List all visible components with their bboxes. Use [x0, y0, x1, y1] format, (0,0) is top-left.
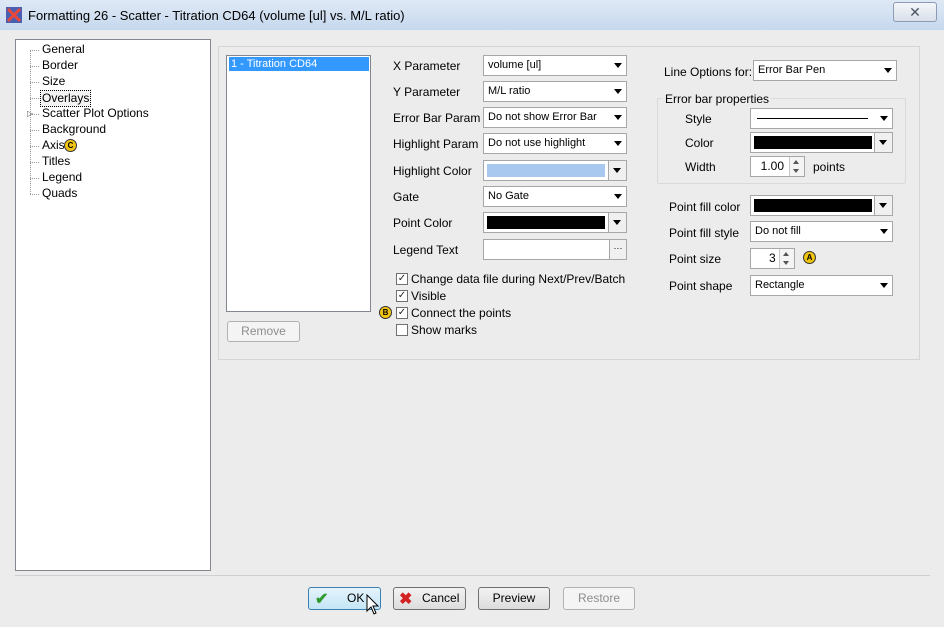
error-bar-param-label: Error Bar Param — [393, 111, 481, 125]
show-marks-label: Show marks — [411, 323, 478, 337]
width-label: Width — [685, 160, 716, 174]
tree-item-overlays[interactable]: Overlays — [40, 90, 92, 107]
change-data-file-label: Change data file during Next/Prev/Batch — [411, 272, 626, 286]
highlight-color-swatch — [487, 164, 605, 177]
legend-text-input[interactable]: ··· — [483, 239, 627, 260]
x-parameter-select[interactable]: volume [ul] — [483, 55, 627, 76]
point-color-swatch — [487, 216, 605, 229]
point-shape-select[interactable]: Rectangle — [750, 275, 893, 296]
highlight-color-label: Highlight Color — [393, 164, 472, 178]
tree-item-titles[interactable]: Titles — [42, 154, 70, 169]
point-size-label: Point size — [669, 252, 722, 266]
x-icon: ✖ — [399, 591, 413, 608]
spinner-arrows-icon[interactable] — [779, 249, 794, 268]
change-data-file-checkbox[interactable]: ✓ — [396, 273, 408, 285]
highlight-param-label: Highlight Param — [393, 137, 479, 151]
chevron-down-icon — [884, 68, 892, 73]
point-fill-color-label: Point fill color — [669, 200, 741, 214]
window-title: Formatting 26 - Scatter - Titration CD64… — [28, 8, 405, 23]
color-label: Color — [685, 136, 714, 150]
y-parameter-label: Y Parameter — [393, 85, 461, 99]
point-fill-style-select[interactable]: Do not fill — [750, 221, 893, 242]
error-bar-properties-title: Error bar properties — [663, 92, 772, 106]
overlay-list[interactable] — [226, 55, 371, 312]
y-parameter-select[interactable]: M/L ratio — [483, 81, 627, 102]
mouse-cursor-icon — [366, 594, 380, 615]
chevron-down-icon — [614, 194, 622, 199]
chevron-down-icon — [880, 283, 888, 288]
footer-divider — [15, 575, 930, 576]
expand-arrow-icon[interactable]: ▷ — [27, 109, 33, 118]
point-size-value: 3 — [769, 251, 776, 265]
line-width-spinner[interactable]: 1.00 — [750, 156, 805, 177]
line-color-swatch — [754, 136, 872, 149]
line-style-select[interactable] — [750, 108, 893, 129]
chevron-down-icon[interactable] — [874, 196, 892, 215]
point-shape-label: Point shape — [669, 279, 733, 293]
visible-label: Visible — [411, 289, 447, 303]
show-marks-checkbox[interactable] — [396, 324, 408, 336]
tree-item-scatter-plot-options[interactable]: Scatter Plot Options — [42, 106, 149, 121]
tree-item-quads[interactable]: Quads — [42, 186, 77, 201]
gate-select[interactable]: No Gate — [483, 186, 627, 207]
chevron-down-icon — [614, 63, 622, 68]
tree-item-background[interactable]: Background — [42, 122, 106, 137]
tree-item-axis[interactable]: Axis — [42, 138, 65, 153]
point-fill-color-picker[interactable] — [750, 195, 893, 216]
restore-button[interactable]: Restore — [563, 587, 635, 610]
width-unit-label: points — [813, 160, 846, 174]
annotation-marker-b: B — [379, 306, 392, 319]
chevron-down-icon — [880, 116, 888, 121]
chevron-down-icon[interactable] — [874, 133, 892, 152]
cancel-button[interactable]: ✖ Cancel — [393, 587, 466, 610]
annotation-marker-c: C — [64, 139, 77, 152]
line-style-preview — [757, 118, 868, 119]
highlight-param-select[interactable]: Do not use highlight — [483, 133, 627, 154]
chevron-down-icon — [614, 89, 622, 94]
preview-button[interactable]: Preview — [478, 587, 550, 610]
tree-item-general[interactable]: General — [42, 42, 85, 57]
connect-points-label: Connect the points — [411, 306, 512, 320]
gate-label: Gate — [393, 190, 420, 204]
checkmark-icon: ✔ — [315, 591, 329, 608]
annotation-marker-a: A — [803, 251, 816, 264]
highlight-color-picker[interactable] — [483, 160, 627, 181]
cancel-label: Cancel — [422, 591, 460, 605]
connect-points-checkbox[interactable]: ✓ — [396, 307, 408, 319]
title-bar: Formatting 26 - Scatter - Titration CD64… — [0, 0, 944, 31]
category-tree[interactable]: General Border Size Overlays ▷ Scatter P… — [15, 39, 211, 571]
overlay-list-item[interactable]: 1 - Titration CD64 — [229, 57, 369, 71]
point-color-picker[interactable] — [483, 212, 627, 233]
visible-checkbox[interactable]: ✓ — [396, 290, 408, 302]
chevron-down-icon — [614, 141, 622, 146]
ok-label: OK — [347, 591, 365, 605]
chevron-down-icon — [880, 229, 888, 234]
legend-text-label: Legend Text — [393, 243, 459, 257]
line-options-select[interactable]: Error Bar Pen — [753, 60, 897, 81]
point-size-spinner[interactable]: 3 — [750, 248, 795, 269]
line-width-value: 1.00 — [760, 159, 784, 173]
style-label: Style — [685, 112, 712, 126]
remove-button[interactable]: Remove — [227, 321, 300, 342]
app-icon — [6, 7, 22, 23]
point-color-label: Point Color — [393, 216, 453, 230]
chevron-down-icon[interactable] — [608, 213, 626, 232]
close-button[interactable]: ✕ — [893, 2, 937, 22]
error-bar-param-select[interactable]: Do not show Error Bar — [483, 107, 627, 128]
line-color-picker[interactable] — [750, 132, 893, 153]
x-parameter-label: X Parameter — [393, 59, 461, 73]
browse-button[interactable]: ··· — [609, 240, 626, 259]
point-fill-style-label: Point fill style — [669, 226, 740, 240]
tree-item-size[interactable]: Size — [42, 74, 65, 89]
point-fill-color-swatch — [754, 199, 872, 212]
tree-item-border[interactable]: Border — [42, 58, 78, 73]
chevron-down-icon[interactable] — [608, 161, 626, 180]
chevron-down-icon — [614, 115, 622, 120]
tree-item-legend[interactable]: Legend — [42, 170, 82, 185]
line-options-label: Line Options for: — [664, 65, 753, 79]
spinner-arrows-icon[interactable] — [789, 157, 804, 176]
